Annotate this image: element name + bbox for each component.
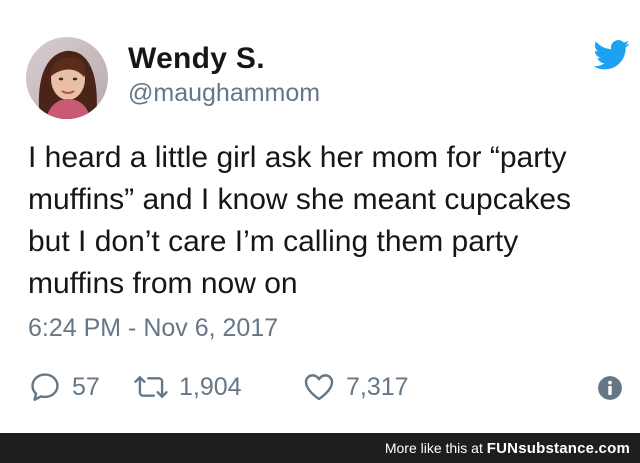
tweet-actions: 57 1,904 7,317 — [28, 367, 628, 407]
reply-button[interactable]: 57 — [28, 367, 100, 407]
avatar[interactable] — [26, 37, 108, 119]
retweet-button[interactable]: 1,904 — [133, 367, 242, 407]
tweet-text-line: muffins” and I know she meant cupcakes — [28, 183, 572, 216]
watermark-footer: More like this at FUNsubstance.com — [0, 433, 640, 463]
reply-count: 57 — [72, 372, 100, 401]
tweet-text: I heard a little girl ask her mom for “p… — [28, 137, 628, 305]
user-handle[interactable]: @maughammom — [128, 79, 320, 108]
tweet-text-line: muffins from now on — [28, 267, 298, 300]
tweet-text-line: I heard a little girl ask her mom for “p… — [28, 141, 567, 174]
info-icon[interactable] — [597, 375, 623, 401]
twitter-bird-icon[interactable] — [594, 40, 630, 70]
retweet-count: 1,904 — [179, 372, 242, 401]
footer-prefix: More like this at — [384, 440, 483, 456]
tweet-card: Wendy S. @maughammom I heard a little gi… — [0, 0, 640, 433]
reply-icon — [31, 373, 59, 401]
tweet-timestamp[interactable]: 6:24 PM - Nov 6, 2017 — [28, 314, 278, 343]
footer-credit[interactable]: More like this at FUNsubstance.com — [385, 440, 630, 457]
retweet-icon — [134, 376, 168, 398]
like-button[interactable]: 7,317 — [302, 367, 409, 407]
heart-icon — [304, 374, 334, 401]
tweet-text-line: but I don’t care I’m calling them party — [28, 225, 519, 258]
avatar-photo — [26, 37, 108, 119]
like-count: 7,317 — [346, 372, 409, 401]
user-display-name[interactable]: Wendy S. — [128, 42, 265, 76]
footer-brand: FUNsubstance.com — [486, 440, 630, 457]
